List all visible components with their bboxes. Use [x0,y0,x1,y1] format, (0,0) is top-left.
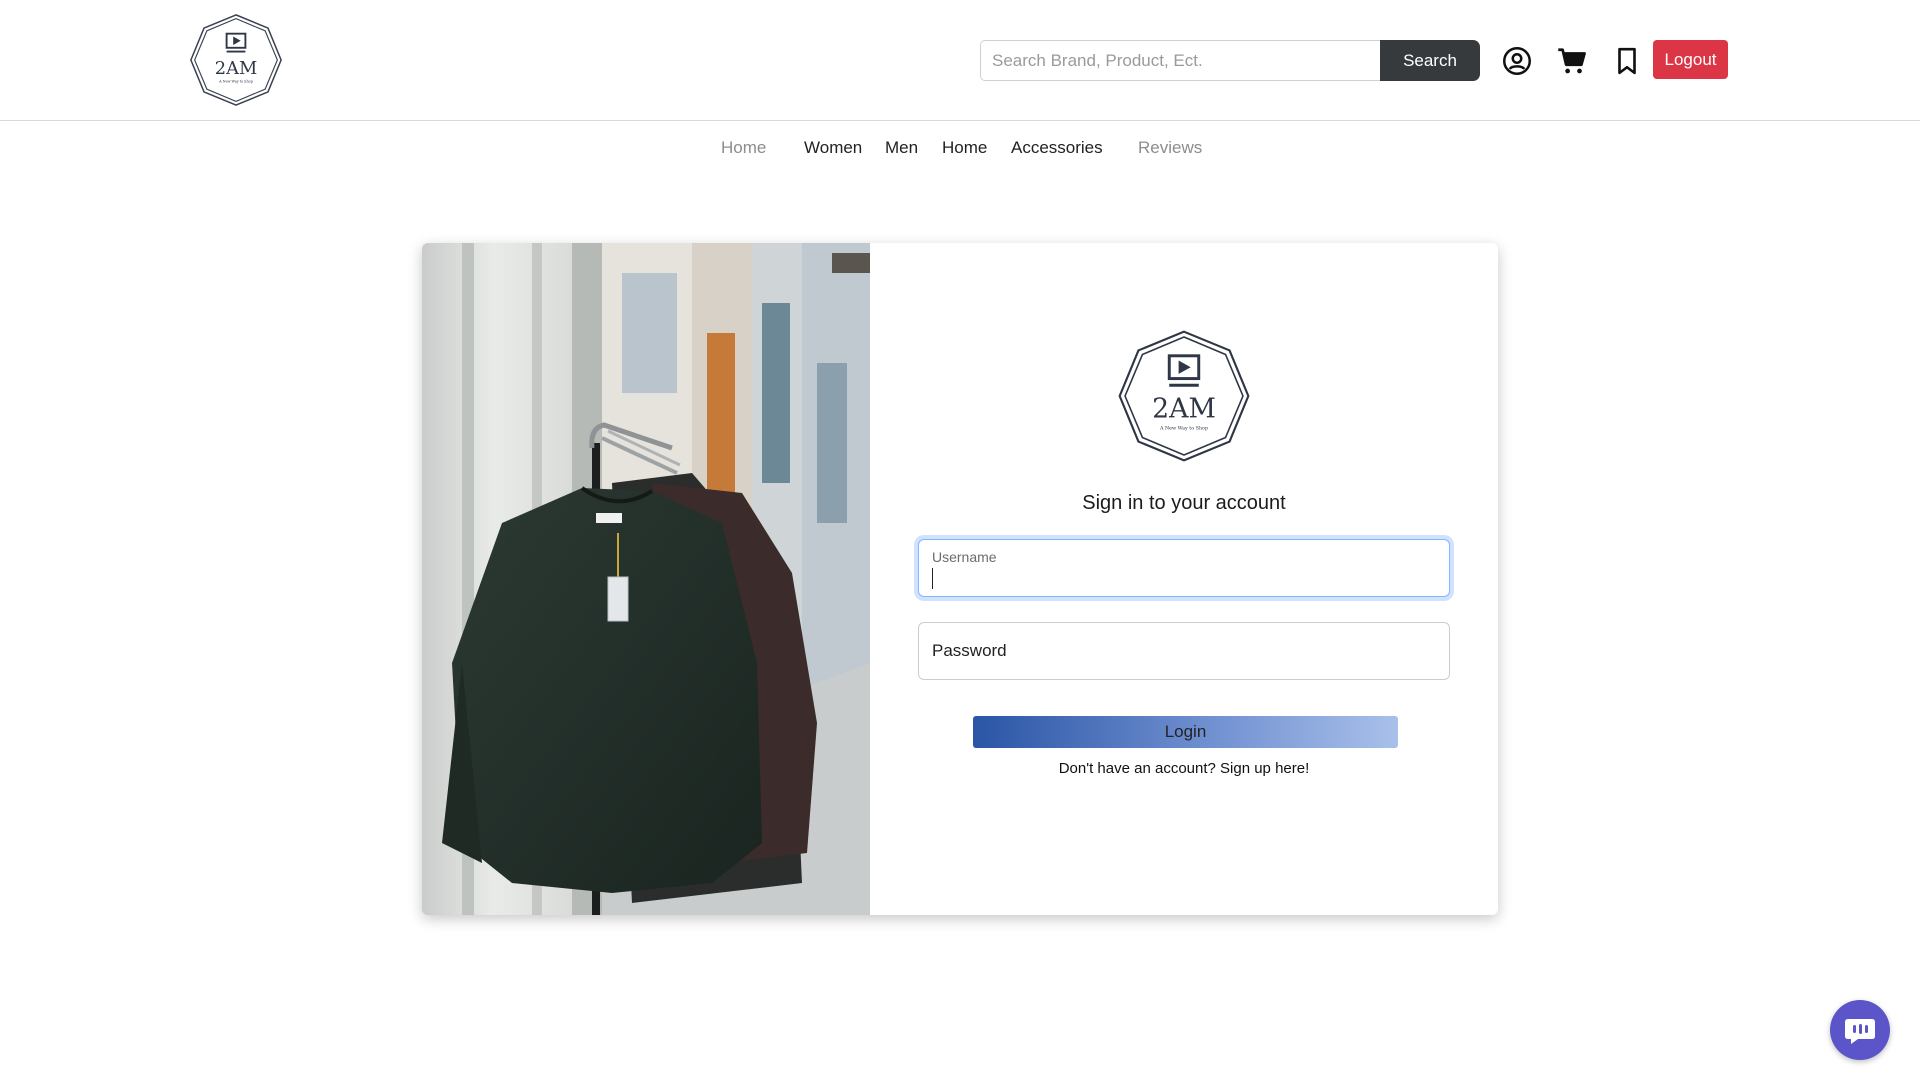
password-label: Password [932,641,1007,660]
card-brand-logo: 2AM A New Way to Shop [1118,330,1250,462]
bookmark-icon[interactable] [1612,46,1642,76]
login-card: 2AM A New Way to Shop Sign in to your ac… [422,243,1498,915]
search-input[interactable] [980,40,1380,81]
logout-button[interactable]: Logout [1653,40,1728,79]
signup-link[interactable]: Don't have an account? Sign up here! [870,760,1498,777]
chat-button[interactable] [1830,1000,1890,1060]
username-field[interactable]: Username [918,539,1450,597]
brand-logo[interactable]: 2AM A New Way to Shop [189,13,283,107]
chat-icon [1845,1019,1875,1044]
account-icon[interactable] [1502,46,1532,76]
search-bar: Search [980,40,1480,81]
text-caret [932,568,933,589]
signin-title: Sign in to your account [1082,492,1286,514]
card-logo-text: 2AM [1152,393,1216,424]
search-button[interactable]: Search [1380,40,1480,81]
clothing-rack-photo [422,243,870,915]
username-label: Username [932,549,997,565]
card-logo-tagline: A New Way to Shop [1159,426,1208,432]
nav-item-accessories[interactable]: Accessories [1011,138,1103,158]
site-header: 2AM A New Way to Shop Search Logout [0,0,1920,121]
nav-item-home-muted[interactable]: Home [721,138,766,158]
nav-item-home[interactable]: Home [942,138,987,158]
nav-item-men[interactable]: Men [885,138,918,158]
brand-logo-tagline: A New Way to Shop [218,80,253,84]
cart-icon[interactable] [1557,46,1587,76]
login-button[interactable]: Login [973,716,1398,748]
main-nav: Home Women Men Home Accessories Reviews [0,138,1920,162]
nav-item-women[interactable]: Women [804,138,862,158]
brand-logo-text: 2AM [215,58,258,79]
login-form: 2AM A New Way to Shop Sign in to your ac… [870,243,1498,915]
nav-item-reviews[interactable]: Reviews [1138,138,1202,158]
password-field[interactable]: Password [918,622,1450,680]
